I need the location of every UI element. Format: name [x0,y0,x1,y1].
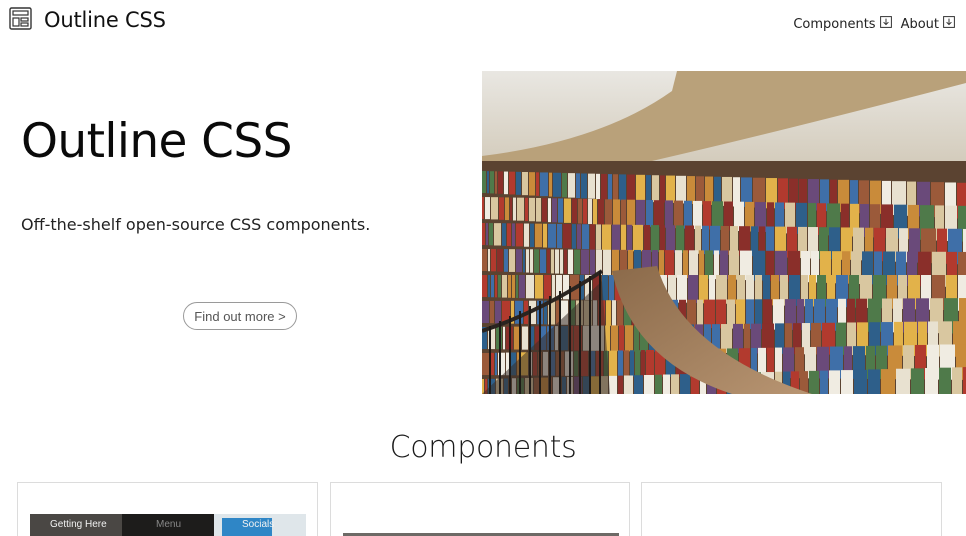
component-card[interactable] [641,482,942,536]
arrow-down-box-icon [939,16,955,32]
card-thumbnail: Getting Here Menu Socials [30,514,306,536]
hero-subtitle: Off-the-shelf open-source CSS components… [21,215,371,234]
brand[interactable]: Outline CSS [9,6,166,34]
nav-link-about[interactable]: About [901,16,955,32]
nav-link-components[interactable]: Components [793,16,892,32]
nav-link-label: Components [793,16,876,32]
nav-link-label: About [900,16,939,32]
thumb-label: Socials [242,519,275,530]
thumb-label: Getting Here [50,519,107,530]
layout-icon [9,6,44,34]
main-nav: Components About [793,16,955,32]
thumb-segment: Menu [122,514,214,536]
thumb-label: Menu [156,519,182,530]
thumb-segment: Getting Here [30,514,122,536]
brand-name: Outline CSS [44,8,166,32]
hero-title: Outline CSS [21,114,292,169]
components-heading: Components [389,430,577,465]
thumb-segment: Socials [214,514,306,536]
component-card[interactable] [330,482,630,536]
library-hero-image [482,71,966,394]
component-card[interactable]: Getting Here Menu Socials [17,482,318,536]
arrow-down-box-icon [876,16,892,32]
find-out-more-button[interactable]: Find out more > [183,302,297,330]
